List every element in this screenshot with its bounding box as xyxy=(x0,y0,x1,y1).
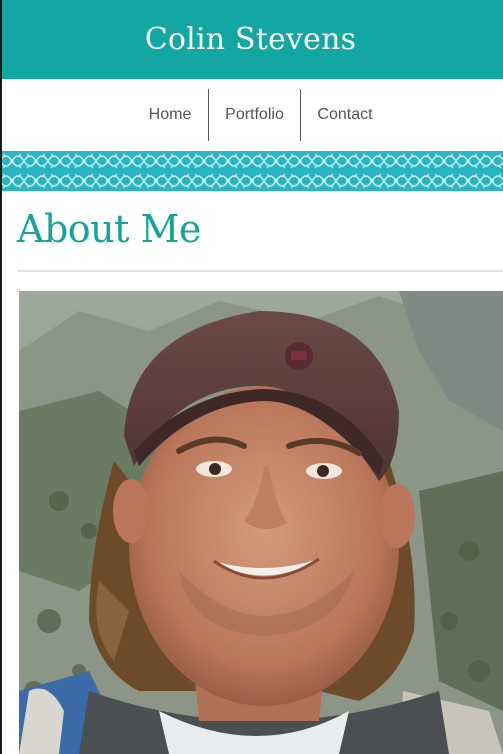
main-nav: Home Portfolio Contact xyxy=(0,79,503,151)
decorative-pattern-band xyxy=(0,151,503,191)
page-title: About Me xyxy=(17,207,201,251)
site-title[interactable]: Colin Stevens xyxy=(145,22,358,57)
profile-photo xyxy=(19,291,503,754)
window-edge xyxy=(0,0,2,754)
portrait-illustration xyxy=(19,291,503,754)
nav-contact[interactable]: Contact xyxy=(301,89,389,141)
nav-portfolio[interactable]: Portfolio xyxy=(209,89,300,141)
site-header: Colin Stevens xyxy=(0,0,503,79)
title-divider xyxy=(17,270,503,272)
pattern-svg xyxy=(0,151,503,191)
nav-home[interactable]: Home xyxy=(132,89,208,141)
